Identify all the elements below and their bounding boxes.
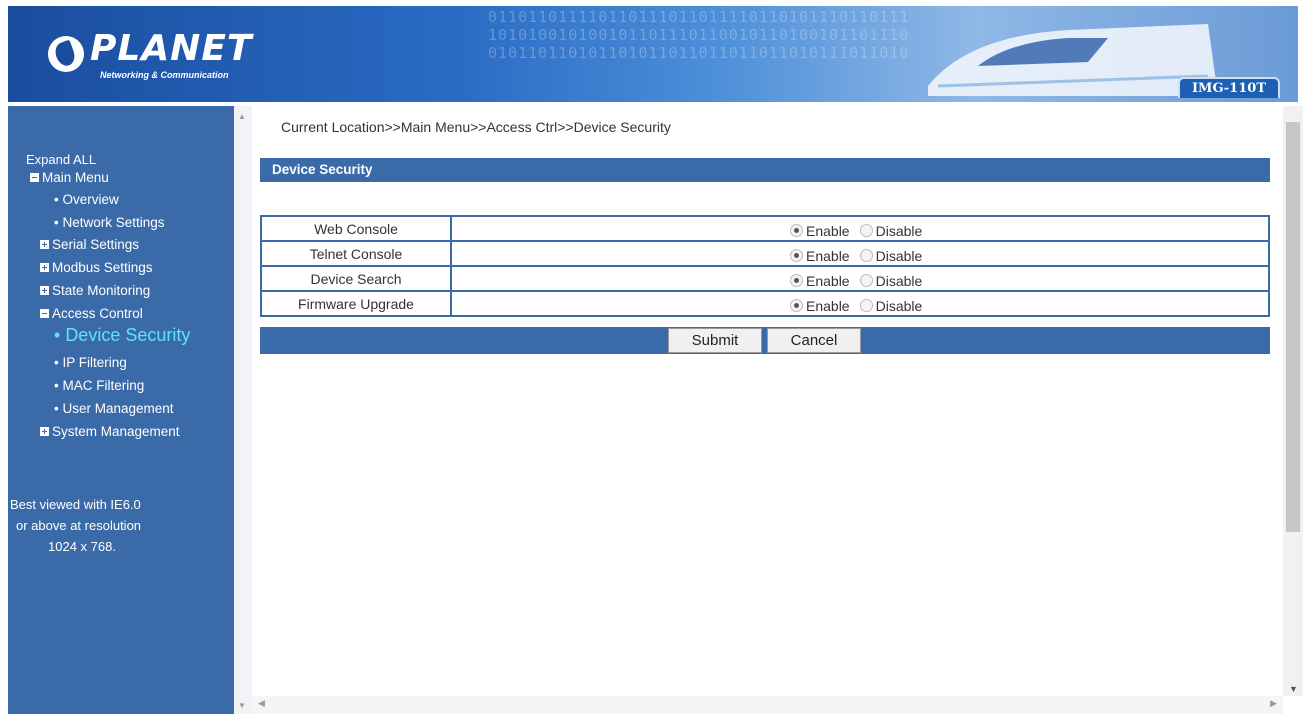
bullet-icon: • bbox=[54, 325, 66, 345]
table-row: Web Console Enable Disable bbox=[260, 215, 1270, 242]
table-row: Firmware Upgrade Enable Disable bbox=[260, 290, 1270, 317]
disable-radio[interactable] bbox=[859, 298, 873, 312]
setting-label: Device Search bbox=[260, 265, 452, 292]
sidebar-item-label: MAC Filtering bbox=[62, 378, 145, 393]
button-bar: Submit Cancel bbox=[260, 327, 1270, 354]
setting-label: Firmware Upgrade bbox=[260, 290, 452, 317]
expand-all-link[interactable]: Expand ALL bbox=[26, 152, 96, 167]
vertical-scrollbar[interactable]: ▼ bbox=[1283, 106, 1303, 696]
sidebar-item-main-menu[interactable]: Main Menu bbox=[30, 170, 109, 185]
binary-decoration: 0110110111101101110110111101101011101101… bbox=[488, 8, 908, 62]
setting-value-cell: Enable Disable bbox=[450, 215, 1270, 242]
horizontal-scrollbar[interactable]: ◀ ▶ bbox=[252, 696, 1283, 714]
sidebar-item-device-security[interactable]: • Device Security bbox=[54, 325, 190, 346]
scrollbar-thumb[interactable] bbox=[1286, 122, 1300, 532]
enable-disable-radio-group: Enable Disable bbox=[790, 223, 932, 239]
sidebar-item-modbus-settings[interactable]: Modbus Settings bbox=[40, 260, 153, 275]
sidebar-item-label: State Monitoring bbox=[52, 283, 151, 298]
sidebar-item-state-monitoring[interactable]: State Monitoring bbox=[40, 283, 150, 298]
enable-disable-radio-group: Enable Disable bbox=[790, 298, 932, 314]
sidebar-item-overview[interactable]: • Overview bbox=[54, 192, 119, 207]
sidebar-scrollbar[interactable]: ▲ ▼ bbox=[234, 106, 252, 714]
cancel-button[interactable]: Cancel bbox=[767, 328, 861, 353]
enable-radio[interactable] bbox=[790, 248, 803, 262]
planet-logo-icon bbox=[48, 36, 84, 72]
breadcrumb: Current Location>>Main Menu>>Access Ctrl… bbox=[281, 119, 671, 135]
enable-label: Enable bbox=[806, 222, 850, 239]
sidebar-item-label: System Management bbox=[52, 424, 180, 439]
best-viewed-line-2: or above at resolution bbox=[16, 518, 142, 533]
best-viewed-line-3: 1024 x 768. bbox=[48, 539, 116, 554]
scroll-down-icon[interactable]: ▼ bbox=[238, 701, 246, 710]
enable-disable-radio-group: Enable Disable bbox=[790, 273, 932, 289]
setting-value-cell: Enable Disable bbox=[450, 265, 1270, 292]
sidebar-item-system-management[interactable]: System Management bbox=[40, 424, 180, 439]
sidebar-item-network-settings[interactable]: • Network Settings bbox=[54, 215, 165, 230]
collapse-minus-icon[interactable] bbox=[40, 309, 49, 318]
sidebar: Expand ALL Main Menu • Overview • Network … bbox=[8, 106, 234, 714]
disable-label: Disable bbox=[875, 247, 923, 264]
device-security-table: Web Console Enable Disable Telnet Console En… bbox=[260, 215, 1270, 317]
sidebar-item-ip-filtering[interactable]: • IP Filtering bbox=[54, 355, 127, 370]
expand-plus-icon[interactable] bbox=[40, 263, 49, 272]
collapse-minus-icon[interactable] bbox=[30, 173, 39, 182]
setting-label: Web Console bbox=[260, 215, 452, 242]
submit-button[interactable]: Submit bbox=[668, 328, 762, 353]
scroll-down-icon[interactable]: ▼ bbox=[1289, 684, 1298, 694]
sidebar-item-mac-filtering[interactable]: • MAC Filtering bbox=[54, 378, 144, 393]
enable-radio[interactable] bbox=[790, 223, 803, 237]
setting-label: Telnet Console bbox=[260, 240, 452, 267]
enable-radio[interactable] bbox=[790, 273, 803, 287]
table-row: Device Search Enable Disable bbox=[260, 265, 1270, 292]
disable-radio[interactable] bbox=[859, 248, 873, 262]
sidebar-item-label: Device Security bbox=[65, 325, 191, 345]
section-header: Device Security bbox=[260, 158, 1270, 182]
scroll-right-icon[interactable]: ▶ bbox=[1270, 698, 1277, 709]
sidebar-item-label: Access Control bbox=[52, 306, 143, 321]
disable-label: Disable bbox=[875, 222, 923, 239]
expand-plus-icon[interactable] bbox=[40, 427, 49, 436]
header-banner: 0110110111101101110110111101101011101101… bbox=[8, 6, 1298, 102]
planet-logo: PLANET Networking & Communication bbox=[42, 28, 262, 88]
best-viewed-note: Best viewed with IE6.0 or above at resol… bbox=[10, 494, 141, 557]
sidebar-item-label: Overview bbox=[62, 192, 119, 207]
enable-disable-radio-group: Enable Disable bbox=[790, 248, 932, 264]
enable-label: Enable bbox=[806, 247, 850, 264]
table-row: Telnet Console Enable Disable bbox=[260, 240, 1270, 267]
sidebar-item-label: Serial Settings bbox=[52, 237, 140, 252]
scroll-left-icon[interactable]: ◀ bbox=[258, 698, 265, 709]
disable-radio[interactable] bbox=[859, 273, 873, 287]
sidebar-item-label: Modbus Settings bbox=[52, 260, 153, 275]
disable-radio[interactable] bbox=[859, 223, 873, 237]
expand-plus-icon[interactable] bbox=[40, 240, 49, 249]
disable-label: Disable bbox=[875, 272, 923, 289]
sidebar-item-label: IP Filtering bbox=[62, 355, 127, 370]
best-viewed-line-1: Best viewed with IE6.0 bbox=[10, 497, 141, 512]
setting-value-cell: Enable Disable bbox=[450, 290, 1270, 317]
sidebar-item-serial-settings[interactable]: Serial Settings bbox=[40, 237, 139, 252]
sidebar-item-label: Network Settings bbox=[62, 215, 165, 230]
setting-value-cell: Enable Disable bbox=[450, 240, 1270, 267]
enable-label: Enable bbox=[806, 297, 850, 314]
enable-radio[interactable] bbox=[790, 298, 803, 312]
sidebar-item-access-control[interactable]: Access Control bbox=[40, 306, 143, 321]
disable-label: Disable bbox=[875, 297, 923, 314]
logo-text: PLANET bbox=[90, 28, 253, 69]
logo-subtitle: Networking & Communication bbox=[100, 70, 229, 80]
enable-label: Enable bbox=[806, 272, 850, 289]
sidebar-item-user-management[interactable]: • User Management bbox=[54, 401, 174, 416]
expand-plus-icon[interactable] bbox=[40, 286, 49, 295]
sidebar-item-label: User Management bbox=[62, 401, 174, 416]
sidebar-item-label: Main Menu bbox=[42, 170, 109, 185]
scroll-up-icon[interactable]: ▲ bbox=[238, 112, 246, 121]
model-badge: IMG-110T bbox=[1177, 77, 1280, 98]
section-title: Device Security bbox=[272, 162, 373, 177]
